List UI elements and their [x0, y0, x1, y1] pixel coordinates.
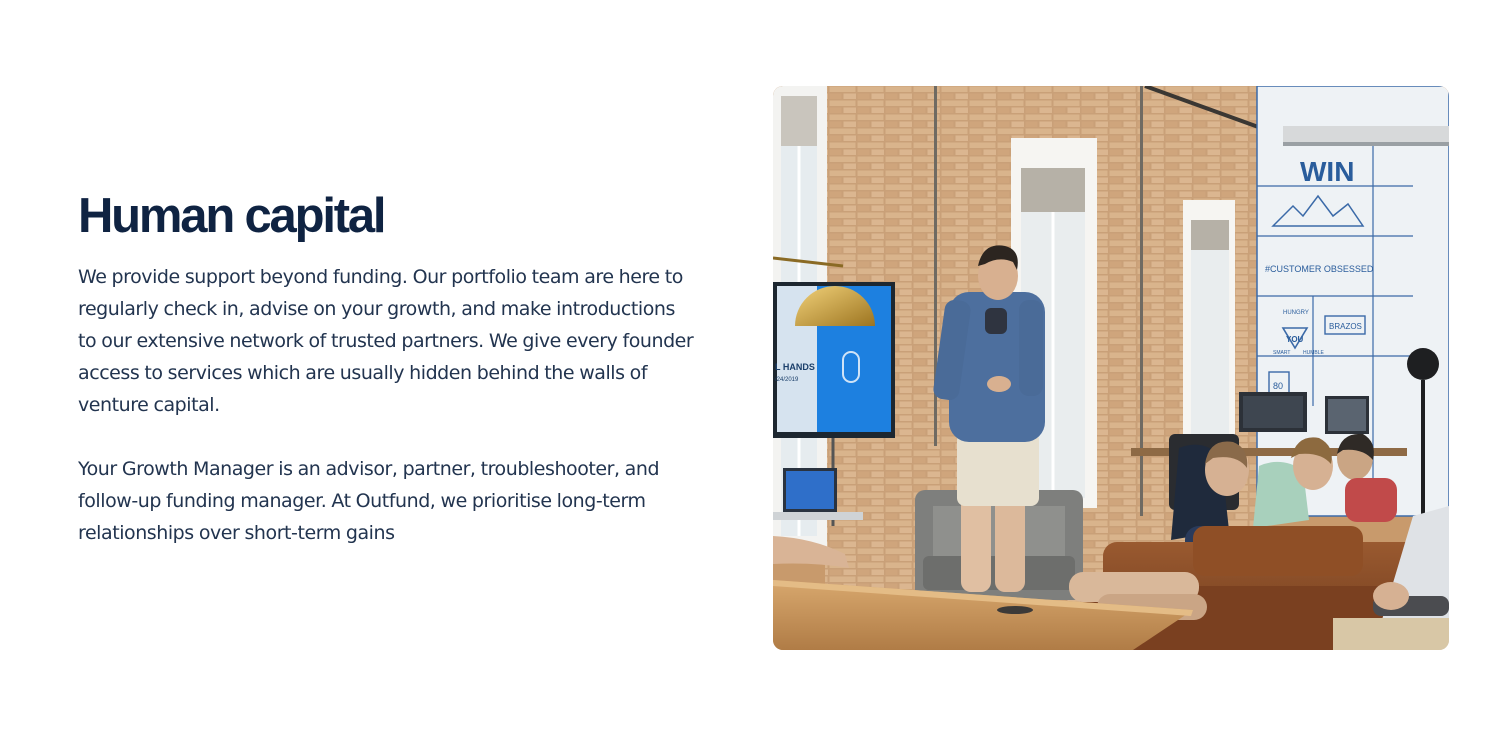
mural-win-text: WIN: [1300, 156, 1354, 187]
tv-screen-date: /24/2019: [775, 377, 799, 383]
mural-brazos-text: BRAZOS: [1329, 322, 1362, 331]
intro-paragraph: We provide support beyond funding. Our p…: [78, 266, 694, 416]
mural-80-text: 80: [1273, 381, 1283, 391]
section-title: Human capital: [78, 189, 387, 243]
mural-hungry-text: HUNGRY: [1283, 310, 1309, 316]
growth-manager-paragraph: Your Growth Manager is an advisor, partn…: [78, 458, 660, 544]
mural-humble-text: HUMBLE: [1303, 350, 1325, 356]
text-column: Human capital We provide support beyond …: [78, 186, 698, 549]
office-meeting-photo: WIN #CUSTOMER OBSESSED HUNGRY YOU SMART …: [773, 86, 1449, 650]
human-capital-section: Human capital We provide support beyond …: [0, 0, 1492, 756]
tv-screen-text: L HANDS: [775, 362, 815, 372]
mural-you-text: YOU: [1286, 335, 1304, 344]
mural-customer-text: #CUSTOMER OBSESSED: [1265, 264, 1374, 274]
mural-smart-text: SMART: [1273, 350, 1290, 356]
